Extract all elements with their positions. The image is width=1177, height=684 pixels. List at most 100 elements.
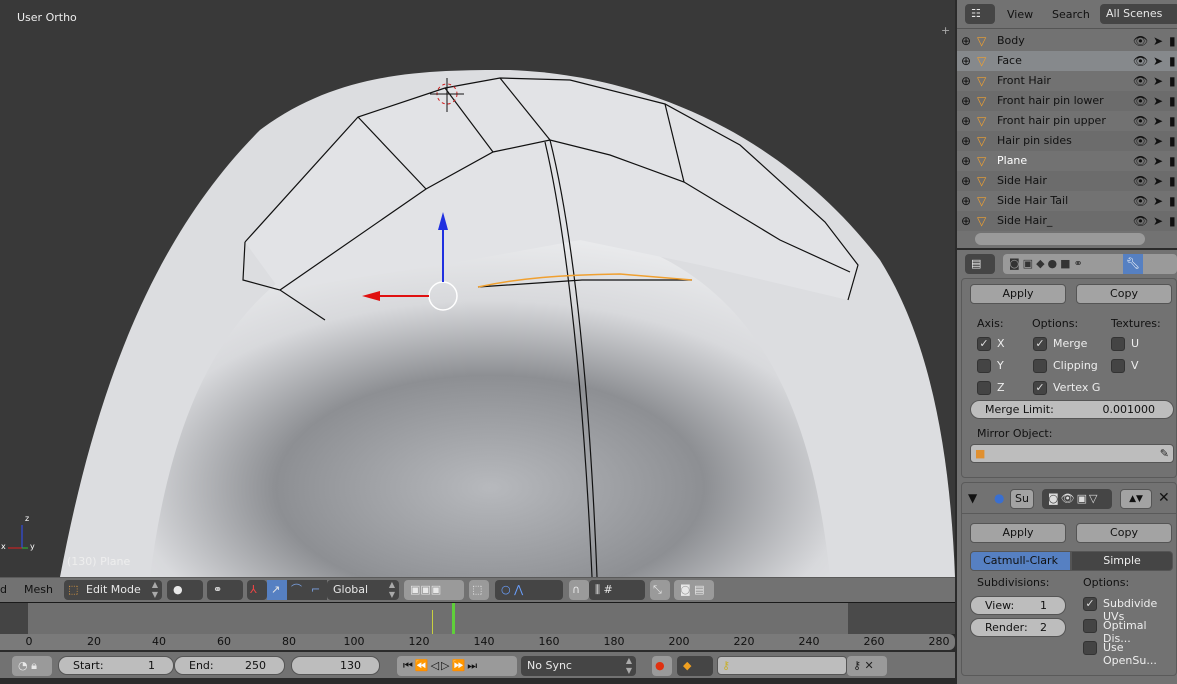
limit-selection-toggle[interactable]: ⬚ xyxy=(469,580,489,600)
translate-toggle[interactable]: ↗ xyxy=(267,580,287,600)
render-camera-icon[interactable]: ▮ xyxy=(1169,73,1176,89)
frame-ruler[interactable]: 0 20 40 60 80 100 120 140 160 180 200 220 240 260 280 xyxy=(0,634,955,650)
visibility-eye-icon[interactable]: 👁︎ xyxy=(1133,113,1148,129)
outliner-item[interactable]: ⊕ ▽ Body 👁︎ ➤ ▮ xyxy=(957,31,1177,51)
render-levels-field[interactable]: Render: 2 xyxy=(970,618,1066,637)
outliner-item[interactable]: ⊕ ▽ Plane 👁︎ ➤ ▮ xyxy=(957,151,1177,171)
select-cursor-icon[interactable]: ➤ xyxy=(1153,153,1163,169)
mesh-menu[interactable]: Mesh xyxy=(24,583,53,596)
keying-set-field[interactable]: ⚷ xyxy=(717,656,847,675)
render-camera-icon[interactable]: ▮ xyxy=(1169,93,1176,109)
expand-icon[interactable]: ⊕ xyxy=(961,153,971,169)
texture-v-checkbox[interactable] xyxy=(1111,359,1125,373)
outliner-item-name[interactable]: Body xyxy=(997,31,1025,51)
outliner-item[interactable]: ⊕ ▽ Face 👁︎ ➤ ▮ xyxy=(957,51,1177,71)
outliner-item[interactable]: ⊕ ▽ Side Hair Tail 👁︎ ➤ ▮ xyxy=(957,191,1177,211)
axis-x-checkbox[interactable]: ✓ xyxy=(977,337,991,351)
add-region-icon[interactable]: + xyxy=(941,24,950,37)
select-cursor-icon[interactable]: ➤ xyxy=(1153,133,1163,149)
outliner-item[interactable]: ⊕ ▽ Front hair pin upper 👁︎ ➤ ▮ xyxy=(957,111,1177,131)
start-frame-field[interactable]: Start: 1 xyxy=(58,656,174,675)
select-cursor-icon[interactable]: ➤ xyxy=(1153,193,1163,209)
expand-icon[interactable]: ⊕ xyxy=(961,73,971,89)
visibility-eye-icon[interactable]: 👁︎ xyxy=(1133,33,1148,49)
keying-select[interactable]: ◆ xyxy=(677,656,713,676)
outliner-item[interactable]: ⊕ ▽ Side Hair_ 👁︎ ➤ ▮ xyxy=(957,211,1177,231)
pivot-select[interactable]: ⚭ xyxy=(207,580,243,600)
collapse-triangle-icon[interactable]: ▼ xyxy=(968,490,977,506)
outliner-item[interactable]: ⊕ ▽ Front Hair 👁︎ ➤ ▮ xyxy=(957,71,1177,91)
select-cursor-icon[interactable]: ➤ xyxy=(1153,213,1163,229)
render-camera-icon[interactable]: ▮ xyxy=(1169,33,1176,49)
render-camera-icon[interactable]: ▮ xyxy=(1169,173,1176,189)
subsurf-option-1-checkbox[interactable] xyxy=(1083,619,1097,633)
select-cursor-icon[interactable]: ➤ xyxy=(1153,173,1163,189)
snap-toggle[interactable]: ∩ xyxy=(569,580,589,600)
expand-icon[interactable]: ⊕ xyxy=(961,93,971,109)
editor-type-select[interactable]: ☷ xyxy=(965,4,995,24)
render-camera-icon[interactable]: ▮ xyxy=(1169,193,1176,209)
expand-icon[interactable]: ⊕ xyxy=(961,193,971,209)
select-cursor-icon[interactable]: ➤ xyxy=(1153,93,1163,109)
simple-tab[interactable]: Simple xyxy=(1071,551,1173,571)
visibility-eye-icon[interactable]: 👁︎ xyxy=(1133,133,1148,149)
axis-y-checkbox[interactable] xyxy=(977,359,991,373)
outliner-item-name[interactable]: Front Hair xyxy=(997,71,1051,91)
render-camera-icon[interactable]: ▮ xyxy=(1169,153,1176,169)
outliner-item-name[interactable]: Front hair pin upper xyxy=(997,111,1106,131)
select-cursor-icon[interactable]: ➤ xyxy=(1153,53,1163,69)
eyedropper-icon[interactable]: ✎ xyxy=(1160,445,1169,462)
axis-z-checkbox[interactable] xyxy=(977,381,991,395)
outliner-item-name[interactable]: Hair pin sides xyxy=(997,131,1072,151)
catmull-clark-tab[interactable]: Catmull-Clark xyxy=(970,551,1071,571)
render-camera-icon[interactable]: ▮ xyxy=(1169,133,1176,149)
view-menu[interactable]: View xyxy=(1007,8,1033,21)
orientation-select[interactable]: Global ▲ ▼ xyxy=(327,580,399,600)
context-tabs[interactable]: ◙▣◆●■⚭ xyxy=(1003,254,1177,274)
menu-partial[interactable]: d xyxy=(0,583,7,596)
snap-element[interactable]: ⫼ # xyxy=(589,580,645,600)
end-frame-field[interactable]: End: 250 xyxy=(174,656,285,675)
visibility-eye-icon[interactable]: 👁︎ xyxy=(1133,73,1148,89)
mode-select[interactable]: ⬚ Edit Mode ▲ ▼ xyxy=(64,580,162,600)
visibility-eye-icon[interactable]: 👁︎ xyxy=(1133,53,1148,69)
outliner-item-name[interactable]: Side Hair_ xyxy=(997,211,1052,231)
timeline-toggles[interactable]: ◔ 🔒︎ xyxy=(12,656,52,676)
modifier-name-field[interactable]: Su xyxy=(1010,489,1034,509)
outliner-item-name[interactable]: Side Hair xyxy=(997,171,1047,191)
view-levels-field[interactable]: View: 1 xyxy=(970,596,1066,615)
outliner-item-name[interactable]: Front hair pin lower xyxy=(997,91,1104,111)
expand-icon[interactable]: ⊕ xyxy=(961,133,971,149)
expand-icon[interactable]: ⊕ xyxy=(961,213,971,229)
select-cursor-icon[interactable]: ➤ xyxy=(1153,73,1163,89)
expand-icon[interactable]: ⊕ xyxy=(961,113,971,129)
visibility-eye-icon[interactable]: 👁︎ xyxy=(1133,173,1148,189)
visibility-eye-icon[interactable]: 👁︎ xyxy=(1133,93,1148,109)
visibility-eye-icon[interactable]: 👁︎ xyxy=(1133,213,1148,229)
option-2-checkbox[interactable]: ✓ xyxy=(1033,381,1047,395)
modifier-visibility-toggles[interactable]: ◙👁︎▣▽ xyxy=(1042,489,1112,509)
outliner-item[interactable]: ⊕ ▽ Side Hair 👁︎ ➤ ▮ xyxy=(957,171,1177,191)
copy-view-button[interactable]: ⤡ xyxy=(650,580,670,600)
select-cursor-icon[interactable]: ➤ xyxy=(1153,33,1163,49)
select-mode-buttons[interactable]: ▣▣▣ xyxy=(404,580,464,600)
texture-u-checkbox[interactable] xyxy=(1111,337,1125,351)
outliner-item[interactable]: ⊕ ▽ Hair pin sides 👁︎ ➤ ▮ xyxy=(957,131,1177,151)
scene-filter-select[interactable]: All Scenes xyxy=(1100,4,1177,24)
current-frame-line[interactable] xyxy=(452,603,455,634)
rotate-toggle[interactable]: ⌒ xyxy=(287,580,307,600)
subsurf-apply-button[interactable]: Apply xyxy=(970,523,1066,543)
outliner-item-name[interactable]: Plane xyxy=(997,151,1027,171)
current-frame-field[interactable]: 130 xyxy=(291,656,380,675)
outliner-item-name[interactable]: Face xyxy=(997,51,1022,71)
close-icon[interactable]: ✕ xyxy=(1158,490,1170,506)
3d-viewport[interactable]: User Ortho z x y (130) Plane + xyxy=(0,0,955,577)
render-camera-icon[interactable]: ▮ xyxy=(1169,113,1176,129)
outliner-scrollbar[interactable] xyxy=(975,233,1145,245)
editor-type-select[interactable]: ▤ xyxy=(965,254,995,274)
expand-icon[interactable]: ⊕ xyxy=(961,53,971,69)
expand-icon[interactable]: ⊕ xyxy=(961,173,971,189)
expand-icon[interactable]: ⊕ xyxy=(961,33,971,49)
search-menu[interactable]: Search xyxy=(1052,8,1090,21)
select-cursor-icon[interactable]: ➤ xyxy=(1153,113,1163,129)
